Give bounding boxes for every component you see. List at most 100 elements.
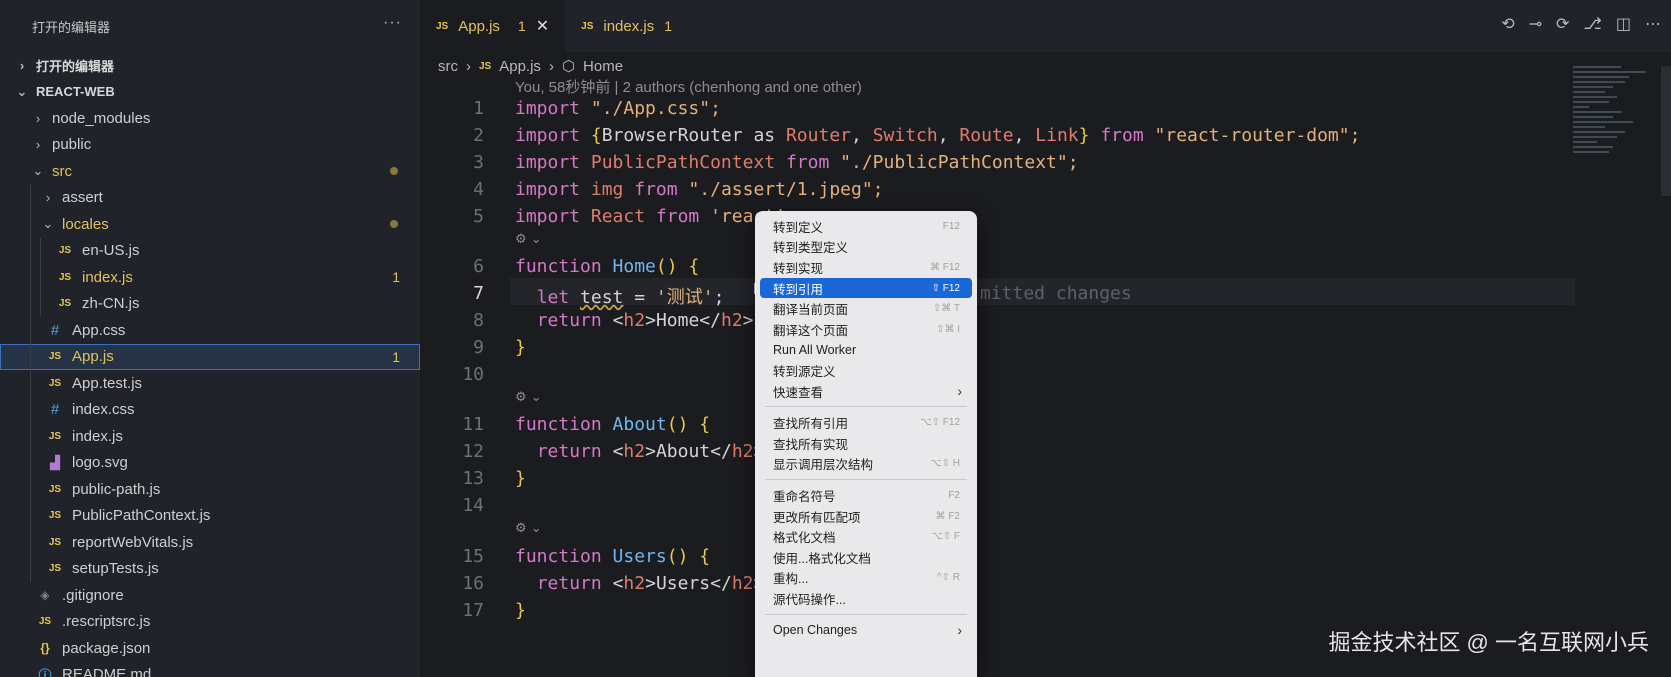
breadcrumb-symbol[interactable]: Home — [583, 58, 623, 75]
menu-item[interactable]: 重构... ^⇧ R — [760, 568, 972, 589]
menu-item[interactable]: 转到源定义 — [760, 360, 972, 381]
tree-item-label: node_modules — [52, 109, 151, 127]
json-file-icon: {} — [40, 641, 50, 656]
js-file-icon: JS — [436, 20, 449, 32]
tab-app-js[interactable]: JS App.js 1 ✕ — [420, 0, 566, 52]
menu-item[interactable]: Run All Worker — [760, 340, 972, 361]
menu-item[interactable]: Open Changes › — [760, 620, 972, 641]
menu-item[interactable]: 格式化文档 ⌥⇧ F — [760, 526, 972, 547]
tree-item-label: App.css — [72, 321, 126, 339]
tree-item-label: index.js — [82, 268, 133, 286]
tree-item-label: public-path.js — [72, 480, 161, 498]
tree-folder[interactable]: ⌄ locales — [0, 211, 420, 238]
minimap[interactable] — [1573, 66, 1653, 196]
code-line: import {BrowserRouter as Router, Switch,… — [515, 125, 1361, 146]
text-cursor-icon: I — [753, 281, 758, 298]
tree-item-label: index.css — [72, 401, 135, 419]
menu-item[interactable]: 快速查看 › — [760, 381, 972, 402]
line-number: 9 — [473, 337, 484, 358]
section-label: REACT-WEB — [36, 84, 115, 100]
timeline-icon[interactable]: ⊸ — [1529, 14, 1542, 34]
tree-item-label: locales — [62, 215, 109, 233]
project-section[interactable]: ⌄ REACT-WEB — [0, 79, 420, 106]
menu-item[interactable]: 更改所有匹配项 ⌘ F2 — [760, 506, 972, 527]
menu-item-label: Run All Worker — [773, 342, 857, 357]
tree-file[interactable]: JS zh-CN.js — [0, 290, 420, 317]
section-label: 打开的编辑器 — [36, 58, 115, 74]
tree-item-label: logo.svg — [72, 454, 128, 472]
tree-item-label: PublicPathContext.js — [72, 507, 211, 525]
js-file-icon: JS — [38, 616, 52, 628]
code-line: } — [515, 600, 526, 621]
tree-file[interactable]: ▟ logo.svg — [0, 449, 420, 476]
tree-file[interactable]: # index.css — [0, 396, 420, 423]
line-number: 2 — [473, 125, 484, 146]
line-number: 14 — [462, 495, 484, 516]
menu-item-label: 翻译当前页面 — [773, 303, 849, 318]
menu-item-label: 转到源定义 — [773, 364, 836, 379]
menu-item[interactable]: 查找所有引用 ⌥⇧ F12 — [760, 412, 972, 433]
code-line: import img from "./assert/1.jpeg"; — [515, 179, 884, 200]
tree-item-label: setupTests.js — [72, 560, 159, 578]
tree-folder[interactable]: › public — [0, 132, 420, 159]
tree-item-label: index.js — [72, 427, 123, 445]
menu-item[interactable]: 转到定义 F12 — [760, 216, 972, 237]
more-actions-icon[interactable]: ⋯ — [1645, 14, 1661, 34]
tree-file[interactable]: JS App.js 1 — [0, 343, 420, 370]
open-editors-section[interactable]: › 打开的编辑器 — [0, 52, 420, 79]
tree-file[interactable]: JS reportWebVitals.js — [0, 529, 420, 556]
tree-file[interactable]: ⓘ README.md — [0, 662, 420, 677]
tree-folder[interactable]: › assert — [0, 184, 420, 211]
git-compare-icon[interactable]: ⎇ — [1583, 14, 1601, 34]
tree-file[interactable]: JS App.test.js — [0, 370, 420, 397]
vertical-scrollbar[interactable] — [1661, 66, 1671, 196]
js-file-icon: JS — [581, 20, 594, 32]
menu-item[interactable]: 使用...格式化文档 — [760, 547, 972, 568]
menu-item-label: Open Changes — [773, 622, 858, 637]
menu-item[interactable]: 转到实现 ⌘ F12 — [760, 257, 972, 278]
menu-item[interactable]: 查找所有实现 — [760, 433, 972, 454]
tree-folder[interactable]: ⌄ src — [0, 158, 420, 185]
go-back-icon[interactable]: ⟲ — [1501, 14, 1514, 34]
chevron-down-icon: ⌄ — [32, 163, 44, 179]
chevron-right-icon: › — [45, 190, 51, 206]
tree-file[interactable]: ◈ .gitignore — [0, 582, 420, 609]
menu-item-label: 转到实现 — [773, 261, 824, 276]
tab-index-js[interactable]: JS index.js 1 — [565, 0, 688, 52]
split-editor-icon[interactable]: ◫ — [1616, 14, 1631, 34]
tree-folder[interactable]: › node_modules — [0, 105, 420, 132]
more-actions-icon[interactable]: ··· — [383, 14, 402, 32]
submenu-arrow-icon: › — [957, 621, 962, 638]
tree-file[interactable]: JS en-US.js — [0, 237, 420, 264]
tree-file[interactable]: JS setupTests.js — [0, 555, 420, 582]
js-file-icon: JS — [48, 536, 62, 548]
tree-file[interactable]: # App.css — [0, 317, 420, 344]
go-forward-icon[interactable]: ⟳ — [1556, 14, 1569, 34]
menu-item[interactable]: 翻译这个页面 ⇧⌘ I — [760, 319, 972, 340]
git-blame-lens[interactable]: You, 58秒钟前 | 2 authors (chenhong and one… — [515, 76, 862, 97]
menu-shortcut: ⌘ F2 — [935, 510, 960, 522]
tree-file[interactable]: JS index.js 1 — [0, 264, 420, 291]
tree-file[interactable]: JS PublicPathContext.js — [0, 502, 420, 529]
menu-shortcut: ^⇧ R — [936, 572, 960, 584]
menu-item[interactable]: 显示调用层次结构 ⌥⇧ H — [760, 454, 972, 475]
menu-item[interactable]: 转到类型定义 — [760, 237, 972, 258]
menu-item[interactable]: 转到引用 ⇧ F12 — [760, 277, 972, 299]
modified-dot-icon — [390, 167, 398, 176]
code-lens-icon[interactable]: ⚙ ⌄ — [515, 521, 542, 536]
tree-file[interactable]: {} package.json — [0, 635, 420, 662]
code-lens-icon[interactable]: ⚙ ⌄ — [515, 390, 542, 405]
menu-item[interactable]: 源代码操作... — [760, 588, 972, 609]
breadcrumb-folder[interactable]: src — [438, 58, 458, 75]
js-file-icon: JS — [48, 377, 62, 389]
code-lens-icon[interactable]: ⚙ ⌄ — [515, 232, 542, 247]
menu-item-label: 转到类型定义 — [773, 241, 849, 256]
close-icon[interactable]: ✕ — [536, 16, 549, 36]
tree-file[interactable]: JS index.js — [0, 423, 420, 450]
svg-file-icon: ▟ — [50, 454, 60, 470]
breadcrumb-file[interactable]: App.js — [499, 58, 541, 75]
tree-file[interactable]: JS .rescriptsrc.js — [0, 609, 420, 636]
tree-file[interactable]: JS public-path.js — [0, 476, 420, 503]
menu-item[interactable]: 重命名符号 F2 — [760, 485, 972, 506]
menu-item[interactable]: 翻译当前页面 ⇧⌘ T — [760, 298, 972, 319]
